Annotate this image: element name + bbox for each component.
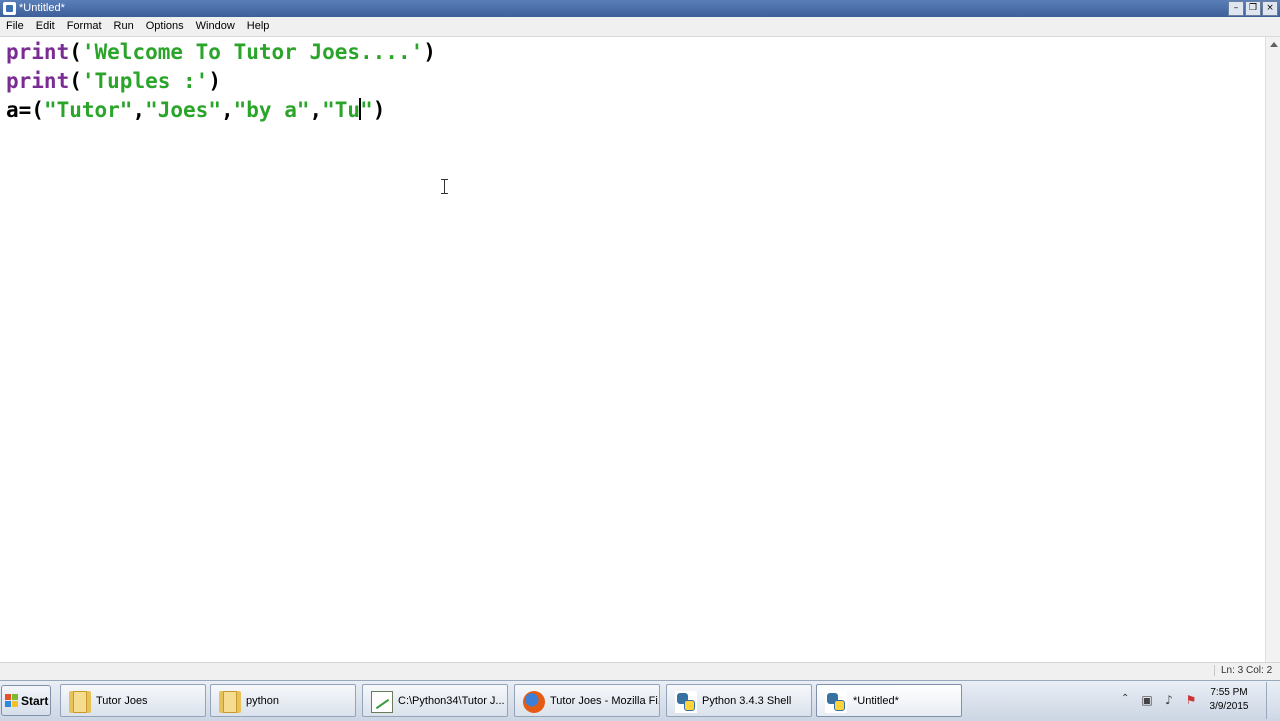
menu-run[interactable]: Run xyxy=(108,17,140,36)
comma-token: , xyxy=(132,98,146,122)
code-editor[interactable]: print('Welcome To Tutor Joes....') print… xyxy=(0,37,1265,662)
taskbar: Start Tutor Joes python C:\Python34\Tuto… xyxy=(0,680,1280,721)
task-tutor-joes-folder[interactable]: Tutor Joes xyxy=(60,684,206,717)
window-title: *Untitled* xyxy=(19,2,65,14)
firefox-icon xyxy=(523,691,545,713)
network-icon[interactable]: ▣ xyxy=(1140,693,1154,707)
task-untitled[interactable]: *Untitled* xyxy=(816,684,962,717)
menu-edit[interactable]: Edit xyxy=(30,17,61,36)
task-python-shell[interactable]: Python 3.4.3 Shell xyxy=(666,684,812,717)
paren-token: ( xyxy=(69,69,82,93)
string-token: "Tu xyxy=(322,98,361,122)
task-label: python xyxy=(246,695,280,707)
paren-token: ) xyxy=(423,40,436,64)
string-token: " xyxy=(360,98,373,122)
menu-window[interactable]: Window xyxy=(190,17,241,36)
task-label: Tutor Joes - Mozilla Fi... xyxy=(550,695,660,707)
notepad-icon xyxy=(371,691,393,713)
scroll-up-arrow-icon[interactable] xyxy=(1266,37,1280,52)
start-label: Start xyxy=(21,693,49,708)
clock-date: 3/9/2015 xyxy=(1209,701,1249,712)
show-desktop-button[interactable] xyxy=(1266,682,1280,719)
comma-token: , xyxy=(309,98,323,122)
restore-button[interactable]: ❐ xyxy=(1245,1,1261,16)
menu-help[interactable]: Help xyxy=(241,17,276,36)
task-label: Tutor Joes xyxy=(96,695,148,707)
status-bar: Ln: 3 Col: 2 xyxy=(0,662,1280,681)
python-icon xyxy=(825,691,847,713)
menu-bar: File Edit Format Run Options Window Help xyxy=(0,17,1280,37)
menu-options[interactable]: Options xyxy=(140,17,190,36)
string-token: 'Tuples :' xyxy=(81,69,209,93)
task-label: Python 3.4.3 Shell xyxy=(702,695,792,707)
string-token: "by a" xyxy=(233,98,310,122)
cursor-position: Ln: 3 Col: 2 xyxy=(1214,665,1280,676)
keyword-token: print xyxy=(6,40,70,64)
window-controls: – ❐ × xyxy=(1228,1,1278,16)
vertical-scrollbar[interactable] xyxy=(1265,37,1280,662)
assign-token: a=( xyxy=(6,98,44,122)
code-line-2: print('Tuples :') xyxy=(6,67,221,96)
python-icon xyxy=(675,691,697,713)
windows-logo-icon xyxy=(5,694,18,707)
task-python-folder[interactable]: python xyxy=(210,684,356,717)
string-token: "Tutor" xyxy=(43,98,133,122)
task-firefox[interactable]: Tutor Joes - Mozilla Fi... xyxy=(514,684,660,717)
minimize-button[interactable]: – xyxy=(1228,1,1244,16)
clock[interactable]: 7:55 PM 3/9/2015 xyxy=(1200,686,1258,714)
comma-token: , xyxy=(220,98,234,122)
paren-token: ) xyxy=(208,69,221,93)
action-center-icon[interactable]: ⚑ xyxy=(1184,693,1198,707)
ibeam-cursor-icon xyxy=(441,179,449,194)
string-token: 'Welcome To Tutor Joes....' xyxy=(81,40,424,64)
folder-icon xyxy=(219,691,241,713)
folder-icon xyxy=(69,691,91,713)
task-notepad[interactable]: C:\Python34\Tutor J... xyxy=(362,684,508,717)
clock-time: 7:55 PM xyxy=(1210,687,1248,698)
show-hidden-icons-chevron-icon[interactable]: ⌃ xyxy=(1121,693,1129,704)
volume-icon[interactable]: ♪ xyxy=(1162,693,1176,707)
string-token: "Joes" xyxy=(145,98,221,122)
menu-format[interactable]: Format xyxy=(61,17,108,36)
task-label: *Untitled* xyxy=(853,695,899,707)
task-label: C:\Python34\Tutor J... xyxy=(398,695,505,707)
paren-token: ) xyxy=(372,98,386,122)
code-line-3: a=("Tutor","Joes","by a","Tu") xyxy=(6,96,385,125)
code-line-1: print('Welcome To Tutor Joes....') xyxy=(6,38,436,67)
paren-token: ( xyxy=(69,40,82,64)
keyword-token: print xyxy=(6,69,70,93)
app-icon[interactable] xyxy=(3,2,16,15)
close-button[interactable]: × xyxy=(1262,1,1278,16)
title-bar[interactable]: *Untitled* – ❐ × xyxy=(0,0,1280,17)
menu-file[interactable]: File xyxy=(0,17,30,36)
start-button[interactable]: Start xyxy=(1,685,51,716)
